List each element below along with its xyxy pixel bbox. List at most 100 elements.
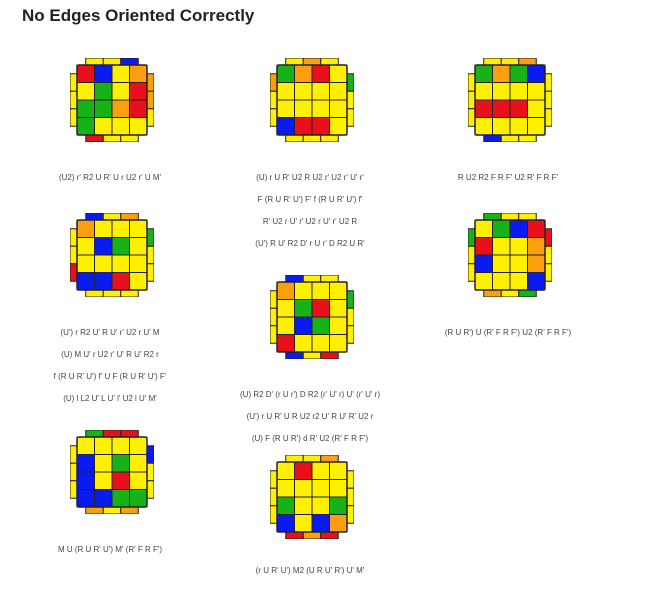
- bottom-side-sticker: [302, 531, 322, 539]
- face-sticker: [474, 237, 493, 256]
- face-sticker: [276, 496, 295, 515]
- face-sticker: [76, 117, 95, 136]
- face-sticker: [129, 64, 148, 83]
- algorithm-list: R U2 R2 F R F' U2 R' F R F': [398, 172, 618, 194]
- top-side-sticker: [483, 213, 502, 221]
- cube-diagram: [270, 455, 354, 539]
- face-sticker: [129, 254, 148, 273]
- cube-diagram: [270, 275, 354, 359]
- face-sticker: [527, 99, 546, 118]
- algorithm-text: R U2 R2 F R F' U2 R' F R F': [457, 173, 559, 182]
- face-sticker: [329, 461, 348, 480]
- face-sticker: [294, 299, 313, 318]
- face-sticker: [94, 254, 113, 273]
- face-sticker: [294, 334, 313, 353]
- face-sticker: [311, 334, 330, 353]
- bottom-side-sticker: [483, 289, 502, 297]
- face-sticker: [311, 316, 330, 335]
- face-sticker: [527, 64, 546, 83]
- left-side-sticker: [468, 108, 476, 127]
- face-sticker: [329, 281, 348, 300]
- face-sticker: [94, 237, 113, 256]
- face-sticker: [509, 64, 528, 83]
- face-sticker: [111, 64, 130, 83]
- face-sticker: [129, 272, 148, 291]
- face-sticker: [492, 219, 511, 238]
- face-sticker: [129, 454, 148, 473]
- face-sticker: [329, 64, 348, 83]
- face-sticker: [94, 489, 113, 508]
- face-sticker: [76, 254, 95, 273]
- left-side-sticker: [468, 263, 476, 282]
- bottom-side-sticker: [120, 134, 139, 142]
- left-side-sticker: [270, 505, 278, 524]
- top-side-sticker: [120, 213, 139, 221]
- left-side-sticker: [270, 290, 278, 309]
- left-side-sticker: [468, 245, 476, 265]
- face-sticker: [76, 454, 95, 473]
- top-side-sticker: [500, 58, 520, 66]
- top-side-sticker: [302, 455, 322, 463]
- right-side-sticker: [146, 228, 154, 247]
- face-sticker: [294, 64, 313, 83]
- face-sticker: [294, 316, 313, 335]
- face-sticker: [276, 334, 295, 353]
- face-sticker: [129, 489, 148, 508]
- left-side-sticker: [70, 90, 78, 110]
- bottom-side-sticker: [320, 351, 339, 359]
- right-side-sticker: [146, 90, 154, 110]
- algorithm-list: (R U R') U (R' F R F') U2 (R' F R F'): [398, 327, 618, 349]
- algorithm-list: M U (R U R' U') M' (R' F R F'): [0, 544, 220, 566]
- face-sticker: [76, 471, 95, 490]
- right-side-sticker: [346, 505, 354, 524]
- face-sticker: [111, 436, 130, 455]
- face-sticker: [94, 64, 113, 83]
- top-side-sticker: [320, 455, 339, 463]
- face-sticker: [329, 117, 348, 136]
- top-side-sticker: [85, 58, 104, 66]
- algorithm-text: (U) l L2 U' L U' l' U2 l U' M': [63, 394, 157, 403]
- face-sticker: [474, 82, 493, 101]
- left-side-sticker: [270, 108, 278, 127]
- face-sticker: [111, 117, 130, 136]
- algorithm-text: (r U R' U') M2 (U R U' R') U' M': [255, 566, 365, 575]
- left-side-sticker: [270, 487, 278, 507]
- algorithm-text: R' U2 r U' r' U2 r U' r' U2 R: [262, 217, 358, 226]
- face-sticker: [76, 272, 95, 291]
- face-sticker: [311, 496, 330, 515]
- left-side-sticker: [270, 73, 278, 92]
- cube-svg: [70, 58, 154, 142]
- bottom-side-sticker: [483, 134, 502, 142]
- face-sticker: [94, 272, 113, 291]
- face-sticker: [509, 99, 528, 118]
- face-sticker: [474, 117, 493, 136]
- face-sticker: [474, 272, 493, 291]
- algorithm-text: (U') R U' R2 D' r U r' D R2 U R': [255, 239, 365, 248]
- algorithm-text: (U) F (R U R') d R' U2 (R' F R F'): [251, 434, 369, 443]
- right-side-sticker: [146, 245, 154, 265]
- face-sticker: [329, 496, 348, 515]
- right-side-sticker: [146, 263, 154, 282]
- bottom-side-sticker: [85, 506, 104, 514]
- top-side-sticker: [120, 430, 139, 438]
- left-side-sticker: [70, 108, 78, 127]
- right-side-sticker: [146, 108, 154, 127]
- top-side-sticker: [302, 58, 322, 66]
- face-sticker: [129, 82, 148, 101]
- face-sticker: [111, 219, 130, 238]
- face-sticker: [276, 99, 295, 118]
- face-sticker: [276, 461, 295, 480]
- algorithm-text: (U) M U' r U2 r' U' R U' R2 r: [61, 350, 159, 359]
- face-sticker: [129, 99, 148, 118]
- face-sticker: [276, 64, 295, 83]
- left-side-sticker: [270, 470, 278, 489]
- top-side-sticker: [102, 58, 122, 66]
- face-sticker: [129, 219, 148, 238]
- right-side-sticker: [146, 73, 154, 92]
- left-side-sticker: [70, 263, 78, 282]
- face-sticker: [492, 117, 511, 136]
- cube-svg: [70, 430, 154, 514]
- cube-diagram: [70, 58, 154, 142]
- top-side-sticker: [285, 275, 304, 283]
- cube-svg: [270, 58, 354, 142]
